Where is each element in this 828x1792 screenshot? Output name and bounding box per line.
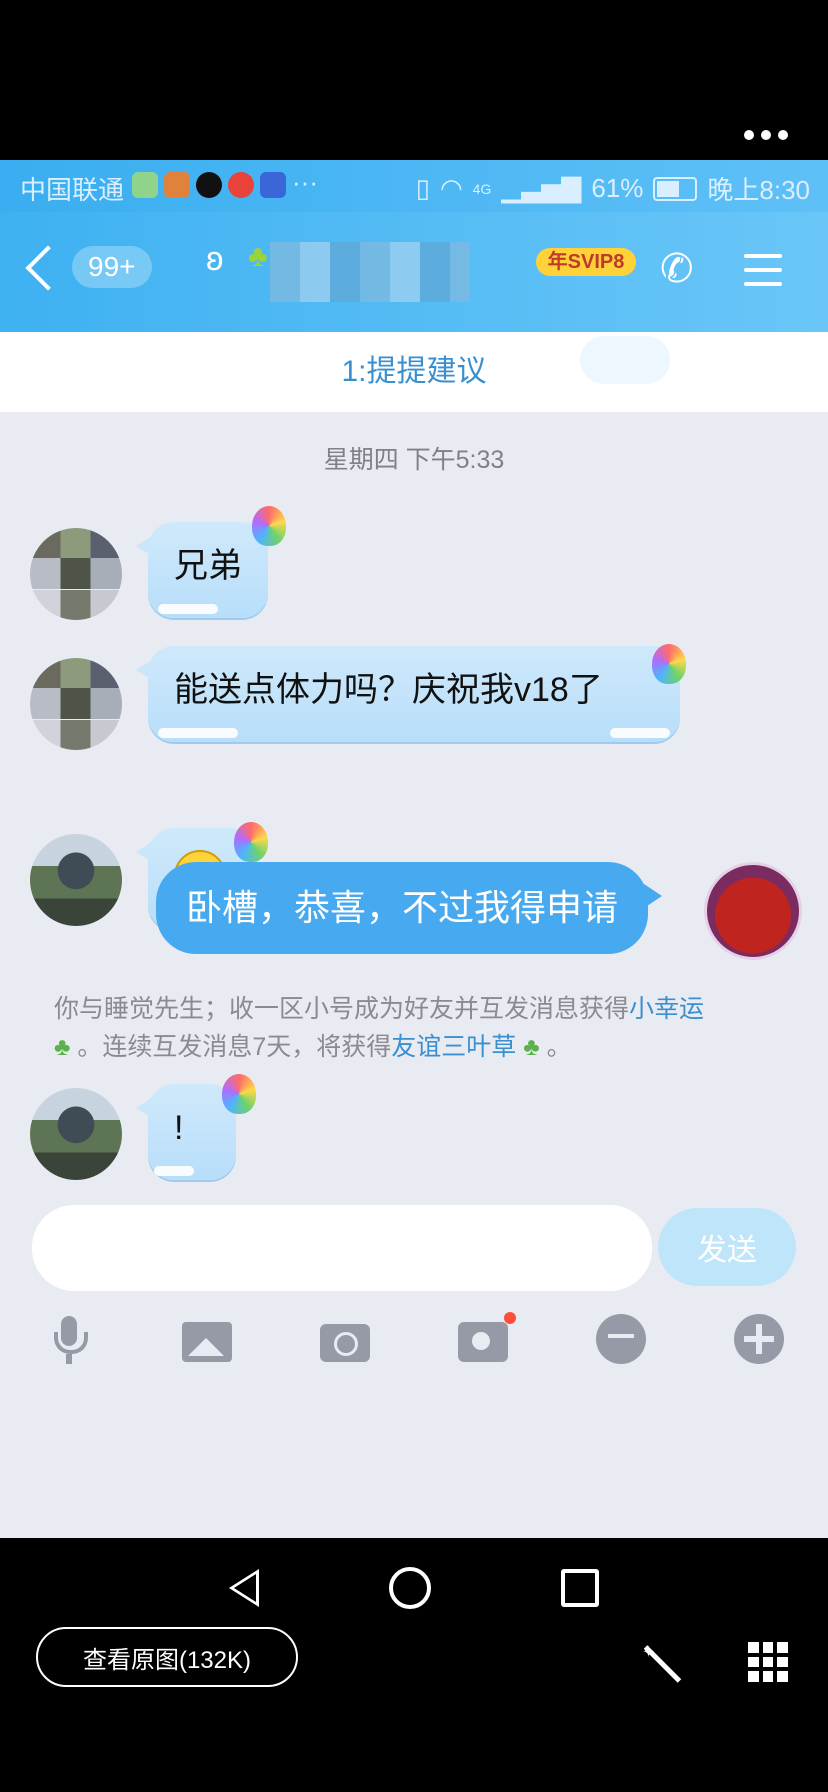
vibrate-icon: ▯ xyxy=(415,173,430,203)
svip-badge: 年SVIP8 xyxy=(536,248,636,276)
avatar[interactable] xyxy=(30,1088,122,1180)
clock: 晚上8:30 xyxy=(707,175,810,205)
contact-name-blurred xyxy=(270,242,470,302)
emoji-icon[interactable] xyxy=(596,1314,646,1364)
notice-text: 。连续互发消息7天，将获得 xyxy=(77,1033,392,1061)
message-input[interactable] xyxy=(32,1205,652,1291)
nav-back-icon[interactable] xyxy=(229,1569,259,1607)
status-right: ▯ ◠ 4G ▁▃▅▇ 61% 晚上8:30 xyxy=(416,170,810,207)
message-bubble[interactable]: 能送点体力吗？庆祝我v18了 xyxy=(136,646,680,742)
notice-text: 。 xyxy=(546,1033,572,1061)
little-luck-link[interactable]: 小幸运 xyxy=(629,995,704,1023)
signal-icon: ▁▃▅▇ xyxy=(501,173,582,203)
android-nav-bar xyxy=(0,1538,828,1638)
clover-icon: ♣ xyxy=(523,1033,540,1061)
notification-icons: ··· xyxy=(132,167,318,198)
message-text: ! xyxy=(174,1109,184,1147)
viewer-top-bar xyxy=(0,0,828,160)
camera-icon[interactable] xyxy=(320,1324,370,1362)
chat-toolbar xyxy=(0,1300,828,1378)
friendship-system-notice: 你与睡觉先生；收一区小号成为好友并互发消息获得小幸运 ♣ 。连续互发消息7天，将… xyxy=(54,990,784,1066)
app-notification-icon xyxy=(132,172,158,198)
avatar[interactable] xyxy=(30,834,122,926)
battery-percent: 61% xyxy=(591,173,644,203)
balloon-decoration-icon xyxy=(234,822,268,862)
chat-timestamp: 星期四 下午5:33 xyxy=(323,446,505,474)
avatar[interactable] xyxy=(30,528,122,620)
message-text: 能送点体力吗？庆祝我v18了 xyxy=(174,671,603,709)
back-icon[interactable] xyxy=(25,245,71,291)
view-original-button[interactable]: 查看原图(132K) xyxy=(36,1627,298,1687)
unread-count-badge[interactable]: 99+ xyxy=(72,246,152,288)
my-message-bubble[interactable]: 卧槽，恭喜，不过我得申请 xyxy=(156,862,663,954)
balloon-decoration-icon xyxy=(652,644,686,684)
more-options-icon[interactable] xyxy=(744,130,788,140)
battery-icon xyxy=(653,176,698,201)
status-bar: 中国联通 ··· ▯ ◠ 4G ▁▃▅▇ 61% 晚上8:30 xyxy=(0,160,828,212)
menu-icon[interactable] xyxy=(744,254,782,296)
plus-icon[interactable] xyxy=(734,1314,784,1364)
image-icon[interactable] xyxy=(182,1321,232,1362)
message-bubble[interactable]: 兄弟 xyxy=(136,522,268,618)
bubble-cloud-decoration xyxy=(154,1166,194,1176)
grid-icon[interactable] xyxy=(748,1642,788,1682)
ear-icon: ʚ xyxy=(206,240,224,278)
nav-home-icon[interactable] xyxy=(389,1567,431,1609)
banner-text: 1:提提建议 xyxy=(341,355,487,388)
avatar[interactable] xyxy=(30,658,122,750)
friendship-clover-link[interactable]: 友谊三叶草 xyxy=(391,1033,516,1061)
microphone-icon[interactable] xyxy=(44,1314,94,1364)
bubble-cloud-decoration xyxy=(158,728,238,738)
balloon-decoration-icon xyxy=(252,506,286,546)
tiktok-icon xyxy=(196,172,222,198)
network-type: 4G xyxy=(472,180,492,197)
phone-call-icon[interactable]: ✆ xyxy=(660,246,694,292)
nav-recent-apps-icon[interactable] xyxy=(561,1569,599,1607)
bubble-cloud-decoration xyxy=(158,604,218,614)
maimai-icon xyxy=(260,172,286,198)
message-text: 兄弟 xyxy=(174,547,242,585)
bubble-cloud-decoration xyxy=(610,728,670,738)
video-app-icon xyxy=(164,172,190,198)
send-button[interactable]: 发送 xyxy=(658,1208,796,1286)
sprout-icon: ♣ xyxy=(54,1033,71,1061)
phone-screen: 中国联通 ··· ▯ ◠ 4G ▁▃▅▇ 61% 晚上8:30 99+ ʚ ♣ … xyxy=(0,160,828,1538)
carrier-label: 中国联通 xyxy=(20,175,125,205)
music-app-icon xyxy=(228,172,254,198)
notice-text: 你与睡觉先生；收一区小号成为好友并互发消息获得 xyxy=(54,995,630,1023)
suggestion-banner[interactable]: 1:提提建议 xyxy=(0,332,828,412)
chat-header: 99+ ʚ ♣ 年SVIP8 ✆ xyxy=(0,212,828,332)
red-packet-icon[interactable] xyxy=(458,1312,516,1362)
more-notifications: ··· xyxy=(292,167,318,197)
my-avatar[interactable] xyxy=(704,862,802,960)
sprout-icon: ♣ xyxy=(248,240,268,273)
magic-wand-icon[interactable]: ✦ xyxy=(640,1640,684,1684)
message-text: 卧槽，恭喜，不过我得申请 xyxy=(186,887,619,928)
wifi-icon: ◠ xyxy=(439,173,463,203)
balloon-decoration-icon xyxy=(222,1074,256,1114)
